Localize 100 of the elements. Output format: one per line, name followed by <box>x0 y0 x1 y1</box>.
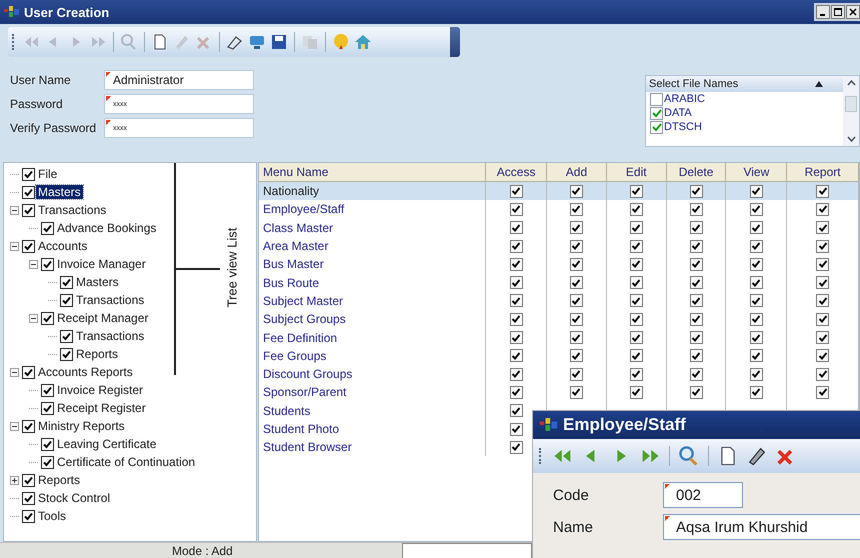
checkbox[interactable] <box>570 386 583 399</box>
minimize-button[interactable] <box>816 5 830 19</box>
checkbox[interactable] <box>60 276 73 288</box>
tree-item[interactable]: Reports <box>74 347 120 361</box>
column-header[interactable]: Delete <box>666 163 726 181</box>
checkbox[interactable] <box>630 294 643 308</box>
checkbox[interactable] <box>630 258 643 271</box>
checkbox[interactable] <box>650 106 663 120</box>
checkbox[interactable] <box>570 312 583 326</box>
scrollbar[interactable] <box>843 76 859 146</box>
expander-icon[interactable] <box>10 476 19 484</box>
table-row[interactable]: Subject Groups <box>259 310 859 328</box>
checkbox[interactable] <box>570 240 583 253</box>
input-field[interactable]: 002 <box>663 482 743 508</box>
checkbox[interactable] <box>41 402 54 414</box>
table-row[interactable]: Discount Groups <box>259 364 859 384</box>
checkbox[interactable] <box>816 221 830 234</box>
checkbox[interactable] <box>22 420 35 432</box>
maximize-button[interactable] <box>831 5 845 19</box>
checkbox[interactable] <box>22 204 35 216</box>
checkbox[interactable] <box>816 349 830 362</box>
checkbox[interactable] <box>690 276 703 290</box>
checkbox[interactable] <box>22 492 35 504</box>
tree-item[interactable]: Transactions <box>36 203 108 217</box>
checkbox[interactable] <box>510 368 523 381</box>
checkbox[interactable] <box>510 331 523 344</box>
checkbox[interactable] <box>630 202 643 216</box>
checkbox[interactable] <box>750 276 763 290</box>
checkbox[interactable] <box>750 202 763 216</box>
checkbox[interactable] <box>690 258 703 271</box>
checkbox[interactable] <box>510 240 523 253</box>
monitor-icon[interactable] <box>247 33 267 51</box>
checkbox[interactable] <box>750 221 763 234</box>
checkbox[interactable] <box>510 276 523 290</box>
checkbox[interactable] <box>510 349 523 362</box>
checkbox[interactable] <box>630 276 643 290</box>
tree-item[interactable]: Ministry Reports <box>36 419 127 433</box>
table-row[interactable]: Class Master <box>259 218 859 237</box>
expander-icon[interactable] <box>10 422 19 430</box>
checkbox[interactable] <box>690 184 703 198</box>
input-field[interactable]: Administrator <box>104 70 254 90</box>
checkbox[interactable] <box>816 386 830 399</box>
input-field[interactable]: Aqsa Irum Khurshid <box>663 514 860 540</box>
checkbox[interactable] <box>41 384 54 396</box>
tree-item[interactable]: Receipt Manager <box>55 311 150 325</box>
tree-item[interactable]: Invoice Manager <box>55 257 148 271</box>
expander-icon[interactable] <box>29 314 38 322</box>
checkbox[interactable] <box>22 240 35 252</box>
checkbox[interactable] <box>510 258 523 271</box>
checkbox[interactable] <box>816 331 830 344</box>
list-header[interactable]: Select File Names <box>646 76 843 92</box>
expander-icon[interactable] <box>29 260 38 268</box>
tree-item[interactable]: Masters <box>36 185 83 199</box>
table-row[interactable]: Subject Master <box>259 292 859 310</box>
checkbox[interactable] <box>41 312 54 324</box>
checkbox[interactable] <box>750 312 763 326</box>
checkbox[interactable] <box>22 168 35 180</box>
checkbox[interactable] <box>816 294 830 308</box>
tree-item[interactable]: Reports <box>36 473 82 487</box>
checkbox[interactable] <box>690 221 703 234</box>
checkbox[interactable] <box>630 221 643 234</box>
checkbox[interactable] <box>41 258 54 270</box>
checkbox[interactable] <box>630 331 643 344</box>
checkbox[interactable] <box>510 312 523 326</box>
checkbox[interactable] <box>690 312 703 326</box>
checkbox[interactable] <box>650 92 663 106</box>
tree-item[interactable]: Tools <box>36 509 68 523</box>
checkbox[interactable] <box>630 368 643 381</box>
checkbox[interactable] <box>690 240 703 253</box>
checkbox[interactable] <box>630 349 643 362</box>
table-row[interactable]: Fee Definition <box>259 328 859 347</box>
scroll-up-icon[interactable] <box>846 80 856 86</box>
save-icon[interactable] <box>269 33 289 51</box>
expander-icon[interactable] <box>10 368 19 376</box>
checkbox[interactable] <box>690 349 703 362</box>
checkbox[interactable] <box>650 120 663 134</box>
tree-item[interactable]: File <box>36 167 60 181</box>
scroll-thumb[interactable] <box>845 96 857 112</box>
checkbox[interactable] <box>690 294 703 308</box>
checkbox[interactable] <box>60 330 73 342</box>
table-row[interactable]: Employee/Staff <box>259 200 859 219</box>
expander-icon[interactable] <box>10 242 19 250</box>
checkbox[interactable] <box>816 276 830 290</box>
column-header[interactable]: View <box>726 163 788 181</box>
tree-item[interactable]: Stock Control <box>36 491 112 505</box>
checkbox[interactable] <box>570 258 583 271</box>
checkbox[interactable] <box>630 386 643 399</box>
close-button[interactable] <box>846 5 860 19</box>
checkbox[interactable] <box>570 294 583 308</box>
checkbox[interactable] <box>750 386 763 399</box>
checkbox[interactable] <box>816 312 830 326</box>
checkbox[interactable] <box>510 422 523 436</box>
checkbox[interactable] <box>510 440 523 454</box>
home-icon[interactable] <box>353 33 373 51</box>
checkbox[interactable] <box>690 368 703 381</box>
tree-item[interactable]: Receipt Register <box>55 401 148 415</box>
tree-item[interactable]: Accounts <box>36 239 90 253</box>
checkbox[interactable] <box>570 184 583 198</box>
table-row[interactable]: Fee Groups <box>259 346 859 365</box>
checkbox[interactable] <box>750 294 763 308</box>
